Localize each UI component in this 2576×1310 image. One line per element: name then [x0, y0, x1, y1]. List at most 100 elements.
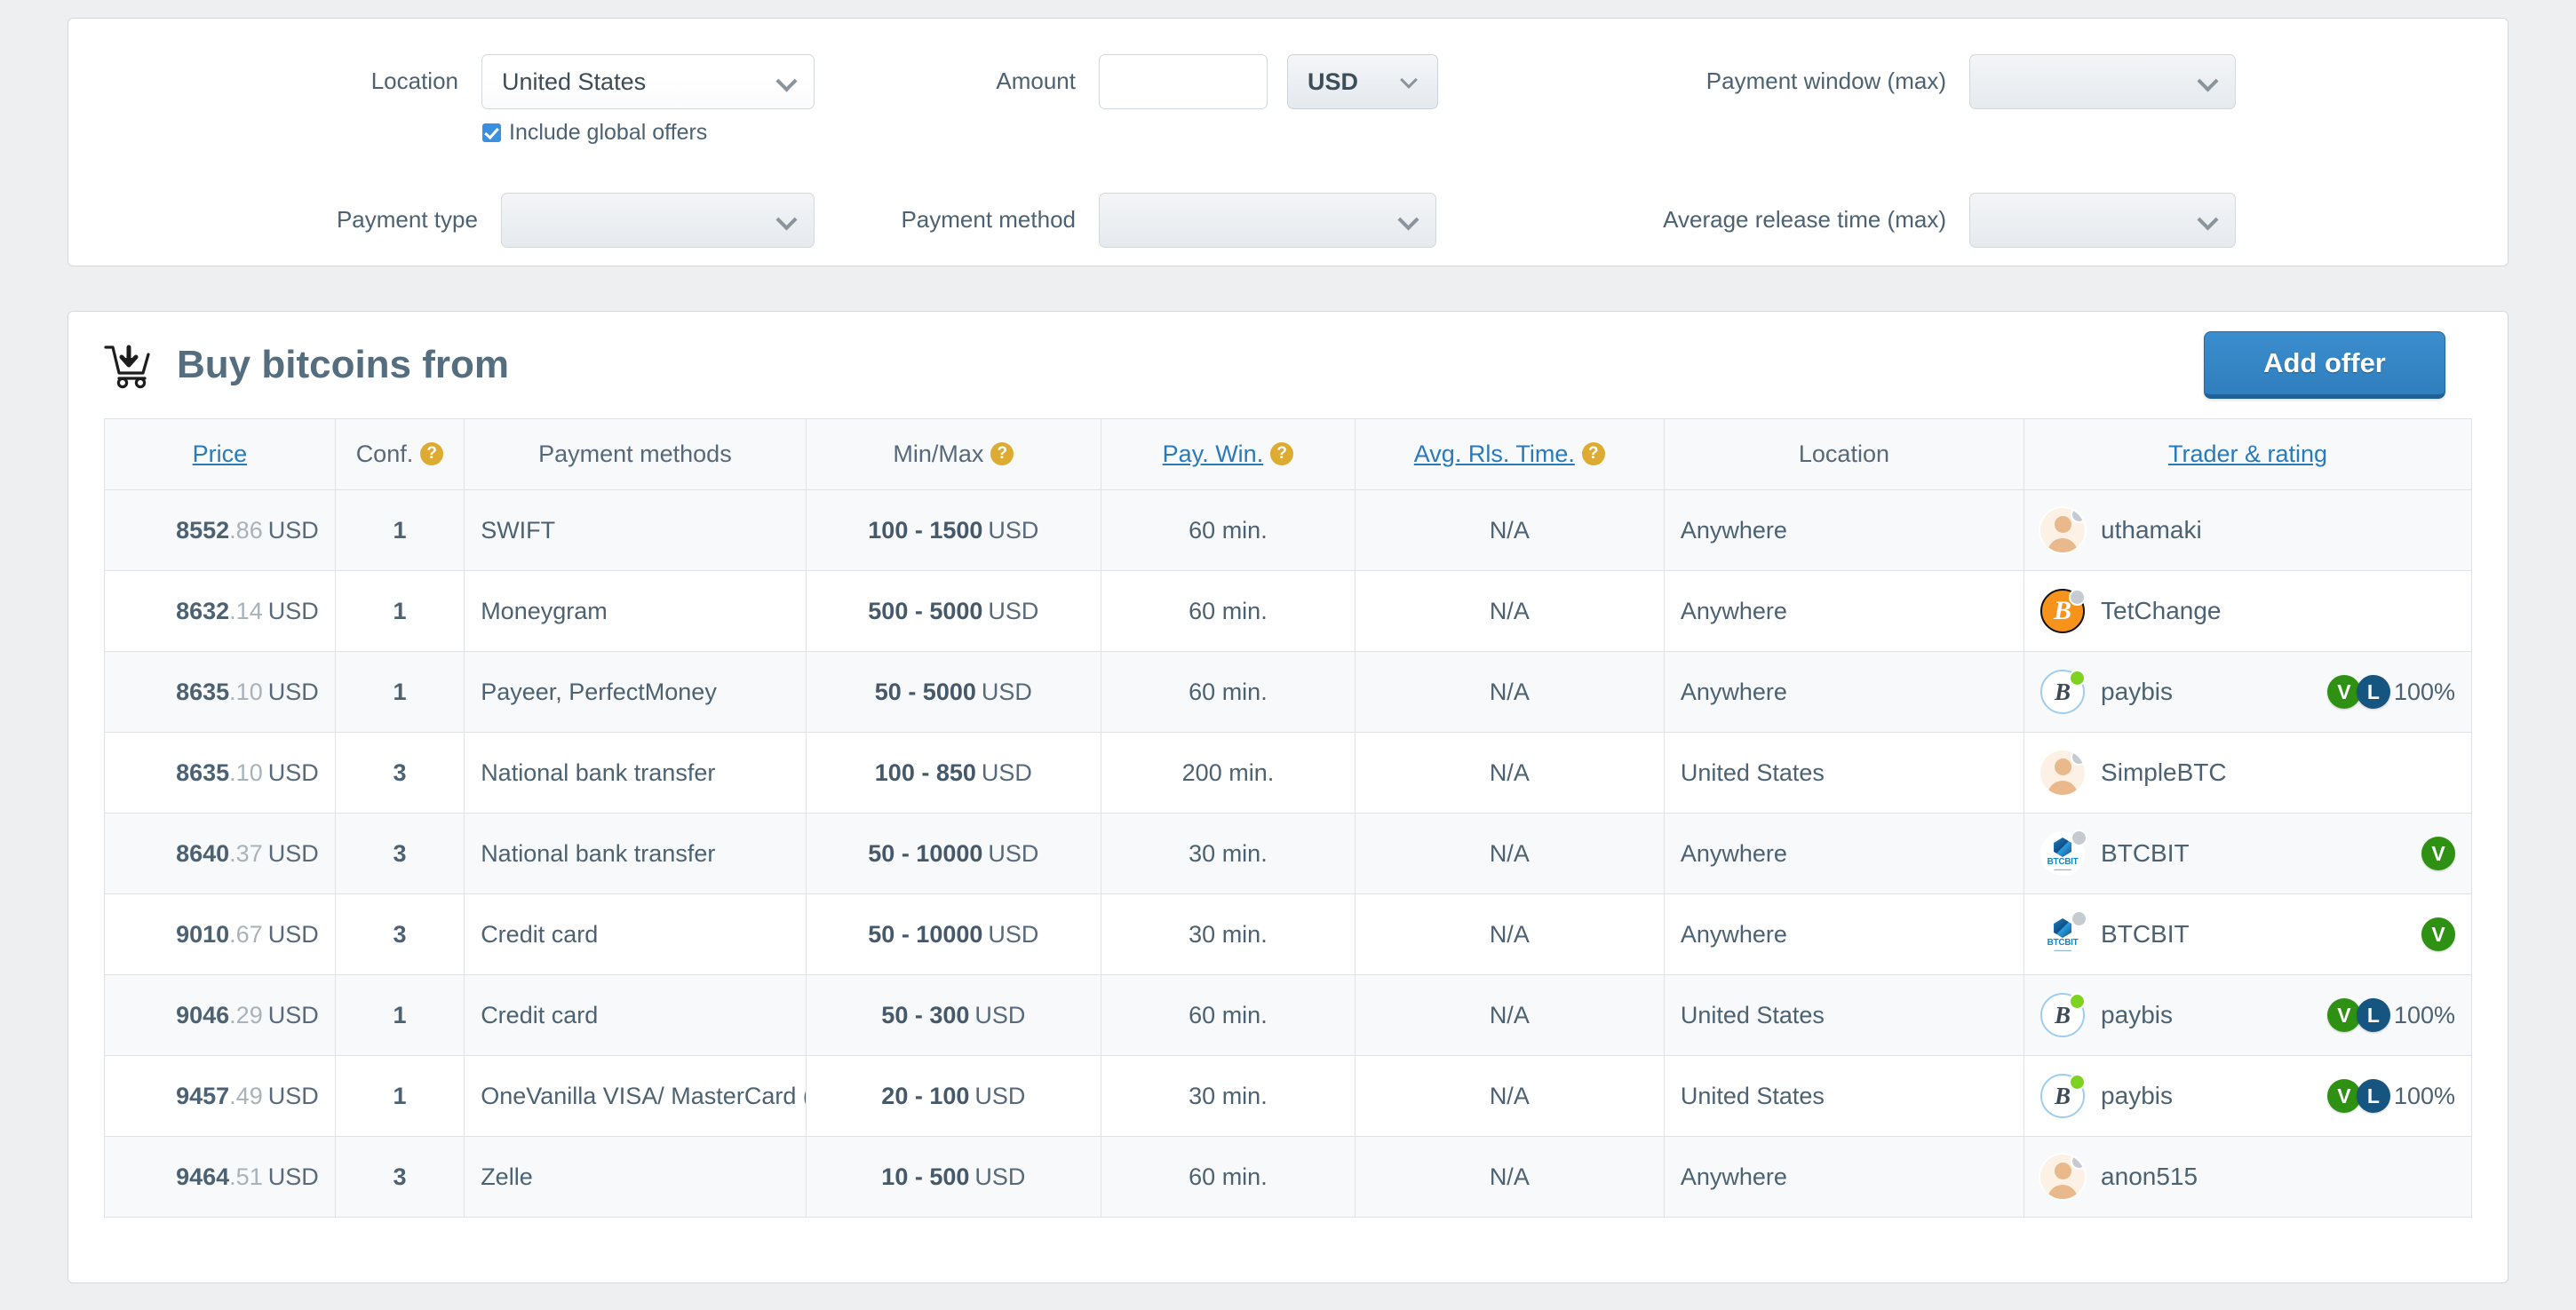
table-row[interactable]: 8640.37 USD 3 National bank transfer 50 - 10… [104, 813, 2472, 894]
column-header-conf: Conf.? [334, 418, 465, 490]
liquidity-badge-icon: L [2356, 998, 2390, 1032]
status-dot-offline [2071, 830, 2088, 846]
min-max-range: 100 - 850 [874, 758, 976, 786]
avg-release-time-select[interactable] [1969, 193, 2236, 248]
offers-table-wrap: Price Conf.? Payment methods Min/Max? Pay. W… [68, 418, 2508, 1218]
table-row[interactable]: 9457.49 USD 1 OneVanilla VISA/ MasterCard (… [104, 1055, 2472, 1137]
location-select[interactable]: United States [481, 54, 815, 109]
trader-info: Bpaybis V L 100% [2040, 653, 2455, 732]
cell-trader: BTCBIT ▬▬▬▬▬ BTCBIT V [2023, 893, 2472, 975]
cell-price: 8552.86 USD [104, 489, 336, 571]
add-offer-button[interactable]: Add offer [2204, 331, 2445, 399]
payment-window-select[interactable] [1969, 54, 2236, 109]
help-icon[interactable]: ? [1581, 442, 1605, 466]
chevron-down-icon [1400, 210, 1418, 228]
trader-name[interactable]: BTCBIT [2101, 920, 2190, 949]
avatar: B [2040, 993, 2087, 1037]
avatar: BTCBIT ▬▬▬▬▬ [2040, 910, 2088, 957]
help-icon[interactable]: ? [420, 442, 444, 466]
column-header-label: Location [1798, 441, 1889, 467]
help-icon[interactable]: ? [1270, 442, 1294, 466]
column-header-label: Pay. Win. [1162, 440, 1264, 467]
payment-type-select[interactable] [500, 193, 815, 248]
price-currency: USD [267, 597, 319, 624]
status-dot-offline [2071, 1155, 2086, 1170]
help-icon[interactable]: ? [990, 442, 1014, 466]
column-header-avg-rls-time[interactable]: Avg. Rls. Time.? [1354, 418, 1665, 490]
trader-name[interactable]: SimpleBTC [2101, 758, 2227, 787]
trader-badges: V [2421, 917, 2455, 951]
payment-method-select[interactable] [1099, 193, 1436, 248]
avatar-head [2054, 516, 2071, 533]
price-currency: USD [267, 678, 319, 705]
cell-avg-release-time: N/A [1354, 893, 1665, 975]
cell-price: 8640.37 USD [104, 813, 336, 894]
cell-payment-methods: National bank transfer [464, 813, 807, 894]
column-header-trader-rating[interactable]: Trader & rating [2023, 418, 2472, 490]
trader-name[interactable]: paybis [2101, 678, 2173, 706]
cell-location: United States [1663, 974, 2025, 1056]
cell-location: Anywhere [1663, 651, 2025, 733]
column-header-min-max: Min/Max? [805, 418, 1102, 490]
cell-avg-release-time: N/A [1354, 813, 1665, 894]
min-max-currency: USD [988, 516, 1039, 544]
column-header-label: Price [192, 441, 248, 467]
trader-name[interactable]: anon515 [2101, 1163, 2198, 1191]
cell-confirmations: 3 [334, 813, 465, 894]
trader-name[interactable]: paybis [2101, 1001, 2173, 1029]
table-row[interactable]: 8635.10 USD 1 Payeer, PerfectMoney 50 - 5000… [104, 651, 2472, 733]
include-global-offers-checkbox[interactable] [482, 123, 501, 142]
price-currency: USD [267, 1082, 319, 1109]
cell-payment-window: 60 min. [1101, 651, 1356, 733]
min-max-currency: USD [974, 1082, 1026, 1109]
status-dot-offline [2069, 589, 2087, 606]
trader-name[interactable]: BTCBIT [2101, 839, 2190, 868]
avatar: BTCBIT ▬▬▬▬▬ [2040, 830, 2088, 876]
table-row[interactable]: 9010.67 USD 3 Credit card 50 - 10000 USD 30 mi… [104, 893, 2472, 975]
avatar-head [2054, 1163, 2071, 1179]
location-filter-group: Location United States Include global of… [68, 54, 815, 146]
bitcoin-icon: B [2055, 1001, 2071, 1028]
trader-name[interactable]: uthamaki [2101, 516, 2202, 544]
column-header-price[interactable]: Price [104, 418, 336, 490]
table-row[interactable]: 8635.10 USD 3 National bank transfer 100 - 8… [104, 732, 2472, 814]
payment-type-filter-group: Payment type [68, 193, 815, 248]
cell-price: 9046.29 USD [104, 974, 336, 1056]
cell-payment-window: 30 min. [1101, 813, 1356, 894]
chevron-down-icon [778, 72, 796, 90]
table-row[interactable]: 9464.51 USD 3 Zelle 10 - 500 USD 60 min. N/A Any… [104, 1136, 2472, 1218]
btcbit-cube-icon [2054, 918, 2072, 938]
liquidity-badge-icon: L [2356, 1079, 2390, 1113]
payment-window-filter-group: Payment window (max) [1570, 54, 2458, 146]
cell-payment-methods: Payeer, PerfectMoney [464, 651, 807, 733]
trader-name[interactable]: paybis [2101, 1082, 2173, 1110]
cell-location: Anywhere [1663, 893, 2025, 975]
trader-name[interactable]: TetChange [2101, 597, 2221, 625]
cell-payment-methods: OneVanilla VISA/ MasterCard ( [464, 1055, 807, 1137]
cell-price: 9010.67 USD [104, 893, 336, 975]
currency-select[interactable]: USD [1287, 54, 1438, 109]
filter-row-2: Payment type Payment method Average rele… [68, 193, 2508, 248]
status-dot-offline [2071, 750, 2086, 766]
trader-info: Bpaybis V L 100% [2040, 1057, 2455, 1136]
table-row[interactable]: 8552.86 USD 1 SWIFT 100 - 1500 USD 60 min. N/A A… [104, 489, 2472, 571]
amount-input[interactable] [1099, 54, 1268, 109]
verified-badge-icon: V [2421, 917, 2455, 951]
cell-min-max: 100 - 1500 USD [805, 489, 1102, 571]
include-global-offers-row[interactable]: Include global offers [482, 120, 815, 146]
cell-payment-window: 30 min. [1101, 893, 1356, 975]
table-row[interactable]: 9046.29 USD 1 Credit card 50 - 300 USD 60 min.… [104, 974, 2472, 1056]
cell-min-max: 50 - 5000 USD [805, 651, 1102, 733]
payment-window-label: Payment window (max) [1705, 67, 1946, 94]
offers-table-body: 8552.86 USD 1 SWIFT 100 - 1500 USD 60 min. N/A A… [104, 489, 2472, 1218]
price-integer: 8552 [176, 516, 230, 544]
table-row[interactable]: 8632.14 USD 1 Moneygram 500 - 5000 USD 60 min.… [104, 570, 2472, 652]
cell-location: Anywhere [1663, 570, 2025, 652]
price-currency: USD [267, 920, 319, 948]
column-header-pay-win[interactable]: Pay. Win.? [1101, 418, 1356, 490]
column-header-label: Trader & rating [2167, 441, 2328, 467]
price-integer: 9464 [176, 1163, 230, 1190]
avg-release-time-label: Average release time (max) [1663, 206, 1946, 233]
cell-payment-methods: Credit card [464, 893, 807, 975]
chevron-down-icon [2199, 72, 2217, 90]
